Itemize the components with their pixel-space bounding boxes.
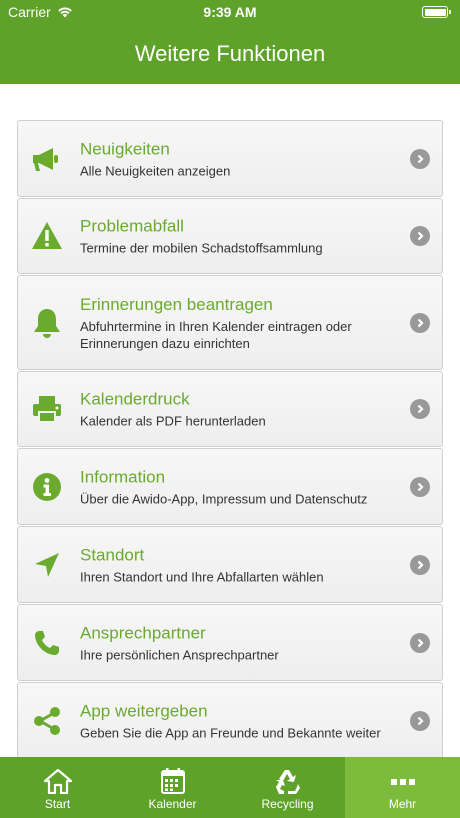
location-arrow-icon (30, 548, 64, 582)
printer-icon (30, 392, 64, 426)
menu-item-erinnerungen[interactable]: Erinnerungen beantragen Abfuhrtermine in… (17, 275, 443, 370)
page-title: Weitere Funktionen (134, 41, 326, 66)
menu-item-subtitle: Alle Neuigkeiten anzeigen (80, 163, 231, 178)
tab-recycling[interactable]: Recycling (230, 757, 345, 818)
chevron-right-icon (410, 476, 430, 497)
menu-item-title: Problemabfall (80, 216, 184, 236)
menu-item-title: Information (80, 467, 166, 486)
menu-item-subtitle: Über die Awido-App, Impressum und Datens… (80, 491, 368, 506)
tab-label: Mehr (388, 797, 417, 811)
home-icon (43, 767, 73, 795)
chevron-right-icon (410, 399, 430, 419)
share-icon (30, 704, 64, 738)
menu-item-app-weitergeben[interactable]: App weitergeben Geben Sie die App an Fre… (17, 682, 443, 759)
menu-item-title: Ansprechpartner (80, 623, 206, 642)
info-icon (30, 470, 64, 504)
menu-item-subtitle: Abfuhrtermine in Ihren Kalender eintrage… (80, 318, 352, 351)
status-bar: Carrier 9:39 AM (0, 0, 460, 24)
menu-item-ansprechpartner[interactable]: Ansprechpartner Ihre persönlichen Anspre… (17, 604, 443, 681)
megaphone-icon (30, 142, 64, 176)
menu-item-subtitle: Geben Sie die App an Freunde und Bekannt… (80, 725, 381, 740)
warning-icon (30, 219, 64, 253)
menu-item-title: Standort (80, 545, 145, 564)
calendar-icon (158, 767, 188, 795)
menu-item-title: App weitergeben (80, 701, 208, 720)
tab-bar: Start Kalender Recycling Mehr (0, 757, 460, 818)
recycle-icon (273, 767, 303, 795)
menu-list: Neuigkeiten Alle Neuigkeiten anzeigen Pr… (17, 120, 443, 760)
menu-item-title: Kalenderdruck (80, 389, 190, 409)
bell-icon (30, 306, 64, 340)
menu-item-subtitle: Ihren Standort und Ihre Abfallarten wähl… (80, 569, 324, 584)
menu-item-title: Erinnerungen beantragen (80, 294, 273, 314)
chevron-right-icon (410, 148, 430, 169)
menu-item-problemabfall[interactable]: Problemabfall Termine der mobilen Schads… (17, 198, 443, 274)
chevron-right-icon (410, 710, 430, 731)
menu-item-neuigkeiten[interactable]: Neuigkeiten Alle Neuigkeiten anzeigen (17, 120, 443, 197)
tab-start[interactable]: Start (0, 757, 115, 818)
chevron-right-icon (410, 226, 430, 246)
tab-mehr[interactable]: Mehr (345, 757, 460, 818)
menu-item-subtitle: Ihre persönlichen Ansprechpartner (80, 647, 279, 662)
menu-item-standort[interactable]: Standort Ihren Standort und Ihre Abfalla… (17, 526, 443, 603)
chevron-right-icon (410, 312, 430, 333)
menu-item-kalenderdruck[interactable]: Kalenderdruck Kalender als PDF herunterl… (17, 371, 443, 447)
menu-item-information[interactable]: Information Über die Awido-App, Impressu… (17, 448, 443, 525)
phone-icon (30, 626, 64, 660)
battery-icon (422, 6, 451, 18)
menu-item-subtitle: Termine der mobilen Schadstoffsammlung (80, 240, 323, 256)
chevron-right-icon (410, 554, 430, 575)
menu-item-title: Neuigkeiten (80, 139, 170, 158)
more-icon (388, 767, 418, 795)
tab-label: Recycling (261, 797, 314, 811)
status-time: 9:39 AM (203, 4, 257, 20)
chevron-right-icon (410, 632, 430, 653)
menu-item-subtitle: Kalender als PDF herunterladen (80, 413, 266, 429)
tab-label: Start (44, 797, 71, 811)
tab-label: Kalender (148, 797, 197, 811)
navigation-bar: Weitere Funktionen (0, 24, 460, 84)
tab-kalender[interactable]: Kalender (115, 757, 230, 818)
